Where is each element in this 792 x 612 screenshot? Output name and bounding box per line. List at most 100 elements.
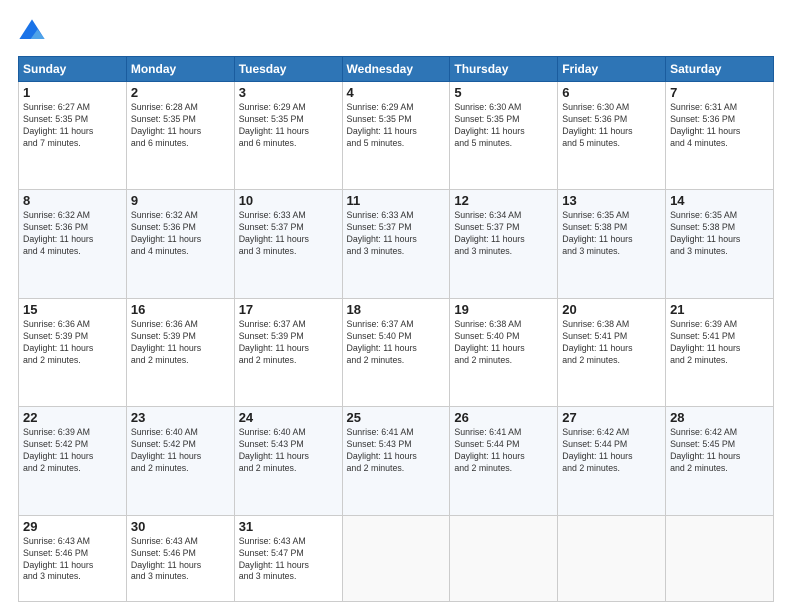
day-number: 21 — [670, 302, 769, 317]
calendar-cell: 7 Sunrise: 6:31 AMSunset: 5:36 PMDaylight… — [666, 82, 774, 190]
page: SundayMondayTuesdayWednesdayThursdayFrid… — [0, 0, 792, 612]
day-info: Sunrise: 6:37 AMSunset: 5:39 PMDaylight:… — [239, 319, 338, 367]
calendar-table: SundayMondayTuesdayWednesdayThursdayFrid… — [18, 56, 774, 602]
day-info: Sunrise: 6:38 AMSunset: 5:40 PMDaylight:… — [454, 319, 553, 367]
calendar-cell: 19 Sunrise: 6:38 AMSunset: 5:40 PMDayligh… — [450, 298, 558, 406]
day-info: Sunrise: 6:29 AMSunset: 5:35 PMDaylight:… — [239, 102, 338, 150]
day-number: 24 — [239, 410, 338, 425]
day-number: 4 — [347, 85, 446, 100]
day-number: 23 — [131, 410, 230, 425]
calendar-cell: 14Sunrise: 6:35 AMSunset: 5:38 PMDayligh… — [666, 190, 774, 298]
calendar-cell — [558, 515, 666, 601]
day-info: Sunrise: 6:35 AMSunset: 5:38 PMDaylight:… — [562, 210, 661, 258]
calendar-cell: 8 Sunrise: 6:32 AMSunset: 5:36 PMDaylight… — [19, 190, 127, 298]
day-number: 29 — [23, 519, 122, 534]
calendar-header-monday: Monday — [126, 57, 234, 82]
calendar-cell: 22 Sunrise: 6:39 AMSunset: 5:42 PMDayligh… — [19, 407, 127, 515]
day-info: Sunrise: 6:41 AMSunset: 5:43 PMDaylight:… — [347, 427, 446, 475]
calendar-cell: 27 Sunrise: 6:42 AMSunset: 5:44 PMDayligh… — [558, 407, 666, 515]
calendar-week-row: 15Sunrise: 6:36 AMSunset: 5:39 PMDayligh… — [19, 298, 774, 406]
calendar-cell: 9 Sunrise: 6:32 AMSunset: 5:36 PMDaylight… — [126, 190, 234, 298]
calendar-cell: 1 Sunrise: 6:27 AMSunset: 5:35 PMDaylight… — [19, 82, 127, 190]
header — [18, 18, 774, 46]
day-info: Sunrise: 6:32 AMSunset: 5:36 PMDaylight:… — [131, 210, 230, 258]
day-number: 6 — [562, 85, 661, 100]
calendar-cell: 12 Sunrise: 6:34 AMSunset: 5:37 PMDayligh… — [450, 190, 558, 298]
calendar-cell: 5 Sunrise: 6:30 AMSunset: 5:35 PMDaylight… — [450, 82, 558, 190]
day-info: Sunrise: 6:38 AMSunset: 5:41 PMDaylight:… — [562, 319, 661, 367]
day-number: 1 — [23, 85, 122, 100]
day-info: Sunrise: 6:28 AMSunset: 5:35 PMDaylight:… — [131, 102, 230, 150]
day-info: Sunrise: 6:40 AMSunset: 5:42 PMDaylight:… — [131, 427, 230, 475]
calendar-cell: 18 Sunrise: 6:37 AMSunset: 5:40 PMDayligh… — [342, 298, 450, 406]
calendar-cell: 25 Sunrise: 6:41 AMSunset: 5:43 PMDayligh… — [342, 407, 450, 515]
day-info: Sunrise: 6:33 AMSunset: 5:37 PMDaylight:… — [239, 210, 338, 258]
day-info: Sunrise: 6:39 AMSunset: 5:42 PMDaylight:… — [23, 427, 122, 475]
calendar-week-row: 8 Sunrise: 6:32 AMSunset: 5:36 PMDaylight… — [19, 190, 774, 298]
day-info: Sunrise: 6:32 AMSunset: 5:36 PMDaylight:… — [23, 210, 122, 258]
calendar-cell: 15Sunrise: 6:36 AMSunset: 5:39 PMDayligh… — [19, 298, 127, 406]
calendar-cell: 3 Sunrise: 6:29 AMSunset: 5:35 PMDaylight… — [234, 82, 342, 190]
day-info: Sunrise: 6:29 AMSunset: 5:35 PMDaylight:… — [347, 102, 446, 150]
calendar-cell: 4 Sunrise: 6:29 AMSunset: 5:35 PMDaylight… — [342, 82, 450, 190]
day-number: 17 — [239, 302, 338, 317]
calendar-header-wednesday: Wednesday — [342, 57, 450, 82]
calendar-header-sunday: Sunday — [19, 57, 127, 82]
logo-icon — [18, 18, 46, 46]
calendar-header-row: SundayMondayTuesdayWednesdayThursdayFrid… — [19, 57, 774, 82]
day-number: 26 — [454, 410, 553, 425]
day-info: Sunrise: 6:43 AMSunset: 5:46 PMDaylight:… — [23, 536, 122, 584]
day-number: 5 — [454, 85, 553, 100]
day-number: 25 — [347, 410, 446, 425]
day-info: Sunrise: 6:41 AMSunset: 5:44 PMDaylight:… — [454, 427, 553, 475]
day-number: 10 — [239, 193, 338, 208]
calendar-cell — [342, 515, 450, 601]
day-number: 7 — [670, 85, 769, 100]
day-info: Sunrise: 6:43 AMSunset: 5:47 PMDaylight:… — [239, 536, 338, 584]
day-number: 11 — [347, 193, 446, 208]
calendar-cell: 16Sunrise: 6:36 AMSunset: 5:39 PMDayligh… — [126, 298, 234, 406]
day-info: Sunrise: 6:35 AMSunset: 5:38 PMDaylight:… — [670, 210, 769, 258]
calendar-header-saturday: Saturday — [666, 57, 774, 82]
day-number: 28 — [670, 410, 769, 425]
calendar-cell: 13 Sunrise: 6:35 AMSunset: 5:38 PMDayligh… — [558, 190, 666, 298]
day-info: Sunrise: 6:27 AMSunset: 5:35 PMDaylight:… — [23, 102, 122, 150]
calendar-cell: 17 Sunrise: 6:37 AMSunset: 5:39 PMDayligh… — [234, 298, 342, 406]
day-info: Sunrise: 6:34 AMSunset: 5:37 PMDaylight:… — [454, 210, 553, 258]
day-number: 8 — [23, 193, 122, 208]
calendar-header-tuesday: Tuesday — [234, 57, 342, 82]
calendar-week-row: 22 Sunrise: 6:39 AMSunset: 5:42 PMDayligh… — [19, 407, 774, 515]
day-number: 2 — [131, 85, 230, 100]
calendar-cell: 23 Sunrise: 6:40 AMSunset: 5:42 PMDayligh… — [126, 407, 234, 515]
day-number: 22 — [23, 410, 122, 425]
day-info: Sunrise: 6:39 AMSunset: 5:41 PMDaylight:… — [670, 319, 769, 367]
calendar-cell: 31 Sunrise: 6:43 AMSunset: 5:47 PMDayligh… — [234, 515, 342, 601]
calendar-cell — [450, 515, 558, 601]
day-number: 19 — [454, 302, 553, 317]
day-number: 27 — [562, 410, 661, 425]
calendar-cell: 24 Sunrise: 6:40 AMSunset: 5:43 PMDayligh… — [234, 407, 342, 515]
calendar-cell: 2 Sunrise: 6:28 AMSunset: 5:35 PMDaylight… — [126, 82, 234, 190]
calendar-header-friday: Friday — [558, 57, 666, 82]
calendar-cell: 10 Sunrise: 6:33 AMSunset: 5:37 PMDayligh… — [234, 190, 342, 298]
day-number: 3 — [239, 85, 338, 100]
calendar-cell: 29 Sunrise: 6:43 AMSunset: 5:46 PMDayligh… — [19, 515, 127, 601]
day-info: Sunrise: 6:40 AMSunset: 5:43 PMDaylight:… — [239, 427, 338, 475]
day-number: 20 — [562, 302, 661, 317]
day-number: 13 — [562, 193, 661, 208]
day-info: Sunrise: 6:42 AMSunset: 5:44 PMDaylight:… — [562, 427, 661, 475]
day-number: 16 — [131, 302, 230, 317]
day-number: 12 — [454, 193, 553, 208]
day-number: 9 — [131, 193, 230, 208]
day-info: Sunrise: 6:30 AMSunset: 5:35 PMDaylight:… — [454, 102, 553, 150]
day-info: Sunrise: 6:42 AMSunset: 5:45 PMDaylight:… — [670, 427, 769, 475]
day-info: Sunrise: 6:33 AMSunset: 5:37 PMDaylight:… — [347, 210, 446, 258]
day-info: Sunrise: 6:31 AMSunset: 5:36 PMDaylight:… — [670, 102, 769, 150]
day-number: 18 — [347, 302, 446, 317]
calendar-cell — [666, 515, 774, 601]
day-info: Sunrise: 6:37 AMSunset: 5:40 PMDaylight:… — [347, 319, 446, 367]
day-number: 31 — [239, 519, 338, 534]
calendar-week-row: 29 Sunrise: 6:43 AMSunset: 5:46 PMDayligh… — [19, 515, 774, 601]
calendar-cell: 30Sunrise: 6:43 AMSunset: 5:46 PMDayligh… — [126, 515, 234, 601]
calendar-week-row: 1 Sunrise: 6:27 AMSunset: 5:35 PMDaylight… — [19, 82, 774, 190]
